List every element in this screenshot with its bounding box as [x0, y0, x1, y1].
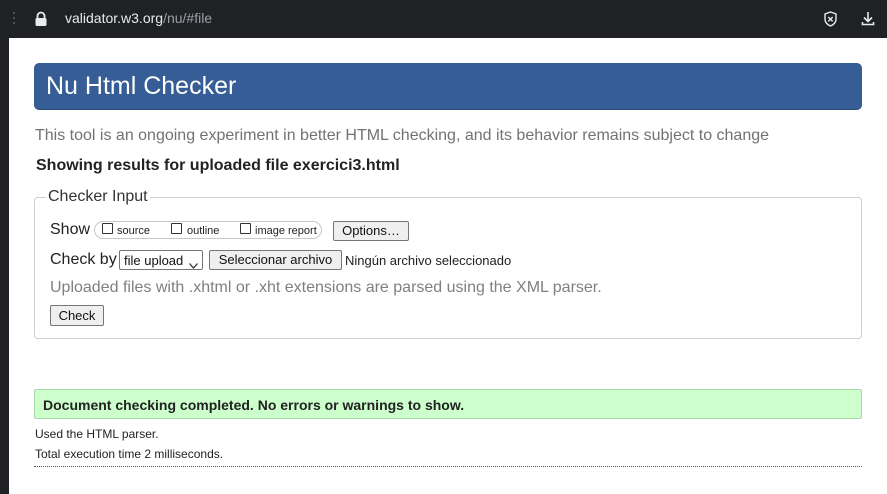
parser-note: Used the HTML parser. [35, 427, 159, 441]
divider [34, 466, 862, 467]
success-message: Document checking completed. No errors o… [43, 397, 465, 413]
url-path: /nu/#file [163, 10, 213, 26]
drag-handle-icon [12, 12, 16, 26]
image-report-checkbox[interactable] [240, 223, 251, 234]
download-icon[interactable] [861, 11, 875, 26]
image-report-checkbox-label[interactable]: image report [255, 225, 317, 237]
check-by-select[interactable]: file upload [119, 250, 203, 270]
address-bar[interactable]: validator.w3.org/nu/#file [65, 10, 212, 26]
success-message-box: Document checking completed. No errors o… [34, 389, 862, 419]
show-label: Show [50, 221, 91, 238]
file-status: Ningún archivo seleccionado [345, 253, 512, 268]
outline-checkbox[interactable] [171, 223, 182, 234]
checker-input-legend: Checker Input [46, 188, 150, 206]
url-host: validator.w3.org [65, 10, 164, 26]
execution-time: Total execution time 2 milliseconds. [35, 447, 224, 461]
window-edge [0, 38, 9, 494]
choose-file-button[interactable]: Seleccionar archivo [209, 250, 342, 270]
intro-text: This tool is an ongoing experiment in be… [35, 127, 770, 144]
options-button[interactable]: Options… [333, 221, 409, 241]
lock-icon[interactable] [34, 11, 48, 27]
tracking-protection-icon[interactable] [823, 11, 838, 27]
results-heading: Showing results for uploaded file exerci… [36, 157, 400, 174]
page-header: Nu Html Checker [34, 63, 862, 110]
source-checkbox[interactable] [102, 223, 113, 234]
page-title: Nu Html Checker [46, 72, 237, 100]
check-by-selected-value: file upload [124, 253, 184, 268]
check-button[interactable]: Check [50, 305, 104, 326]
chevron-down-icon [189, 257, 198, 269]
outline-checkbox-label[interactable]: outline [187, 225, 219, 237]
source-checkbox-label[interactable]: source [117, 225, 150, 237]
browser-toolbar: validator.w3.org/nu/#file [0, 0, 887, 38]
check-by-label: Check by [50, 251, 117, 268]
xml-parser-hint: Uploaded files with .xhtml or .xht exten… [50, 279, 602, 296]
